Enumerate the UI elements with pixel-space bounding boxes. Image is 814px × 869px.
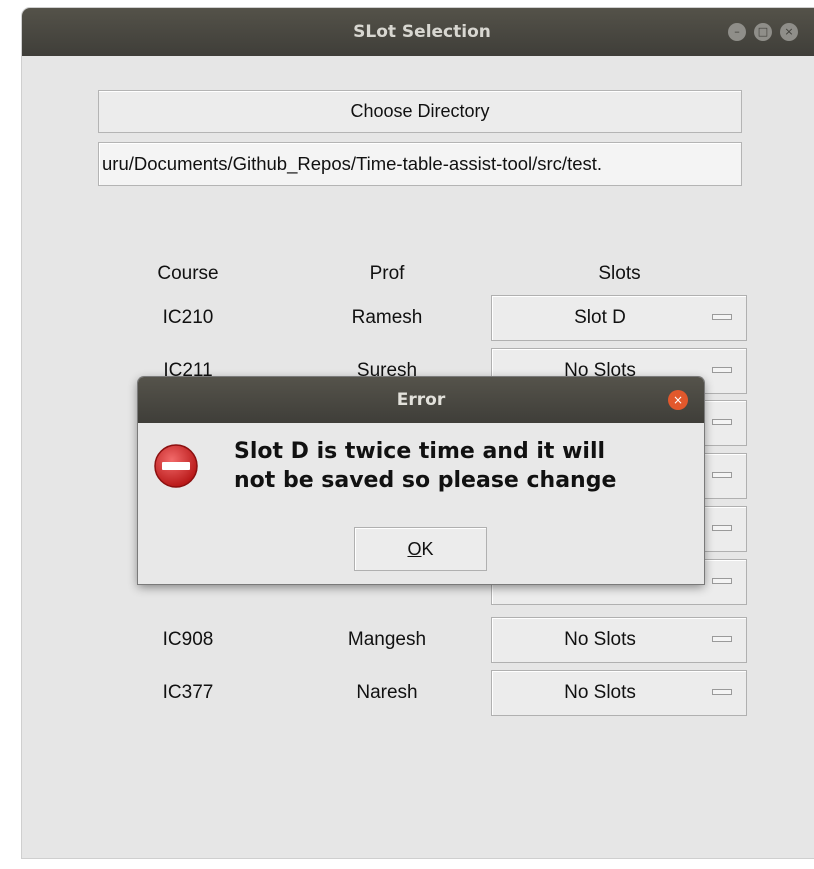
error-message-line: Slot D is twice time and it will bbox=[234, 439, 606, 464]
course-code: IC210 bbox=[162, 307, 214, 328]
dropdown-indicator-icon bbox=[712, 419, 732, 425]
table-row: IC377 Naresh No Slots bbox=[22, 670, 814, 716]
dropdown-indicator-icon bbox=[712, 314, 732, 320]
minimize-icon[interactable]: – bbox=[728, 23, 746, 41]
course-header: Course bbox=[157, 263, 219, 284]
prof-name: Naresh bbox=[356, 682, 418, 703]
ok-button[interactable]: OK bbox=[354, 527, 487, 571]
slot-dropdown[interactable]: No Slots bbox=[491, 670, 747, 716]
slots-header: Slots bbox=[598, 263, 641, 284]
error-message-line: not be saved so please change bbox=[234, 468, 617, 493]
prof-header: Prof bbox=[369, 263, 405, 284]
dropdown-indicator-icon bbox=[712, 472, 732, 478]
slot-value: No Slots bbox=[564, 682, 636, 703]
dropdown-indicator-icon bbox=[712, 367, 732, 373]
choose-directory-button[interactable]: Choose Directory bbox=[98, 90, 742, 133]
dropdown-indicator-icon bbox=[712, 636, 732, 642]
dropdown-indicator-icon bbox=[712, 578, 732, 584]
window-title: SLot Selection bbox=[353, 22, 491, 42]
table-row: IC908 Mangesh No Slots bbox=[22, 617, 814, 663]
table-row: IC210 Ramesh Slot D bbox=[22, 295, 814, 341]
course-code: IC377 bbox=[162, 682, 214, 703]
title-bar[interactable]: SLot Selection – □ × bbox=[22, 8, 814, 56]
prof-name: Ramesh bbox=[351, 307, 423, 328]
ok-mnemonic: O bbox=[407, 539, 422, 559]
prof-name: Mangesh bbox=[347, 629, 427, 650]
slot-dropdown[interactable]: No Slots bbox=[491, 617, 747, 663]
error-dialog: Error × Slot D is twice time and it will… bbox=[138, 377, 704, 584]
slot-dropdown[interactable]: Slot D bbox=[491, 295, 747, 341]
dropdown-indicator-icon bbox=[712, 525, 732, 531]
close-icon[interactable]: × bbox=[780, 23, 798, 41]
ok-label-rest: K bbox=[421, 539, 434, 559]
dialog-title: Error bbox=[396, 390, 446, 410]
error-message: Slot D is twice time and it will not be … bbox=[234, 437, 694, 495]
dialog-close-icon[interactable]: × bbox=[668, 390, 688, 410]
slot-value: Slot D bbox=[574, 307, 626, 328]
dropdown-indicator-icon bbox=[712, 689, 732, 695]
slot-value: No Slots bbox=[564, 629, 636, 650]
maximize-icon[interactable]: □ bbox=[754, 23, 772, 41]
dialog-title-bar[interactable]: Error × bbox=[138, 377, 704, 423]
error-stop-icon bbox=[154, 444, 198, 488]
directory-path-field[interactable]: uru/Documents/Github_Repos/Time-table-as… bbox=[98, 142, 742, 186]
course-code: IC908 bbox=[162, 629, 214, 650]
